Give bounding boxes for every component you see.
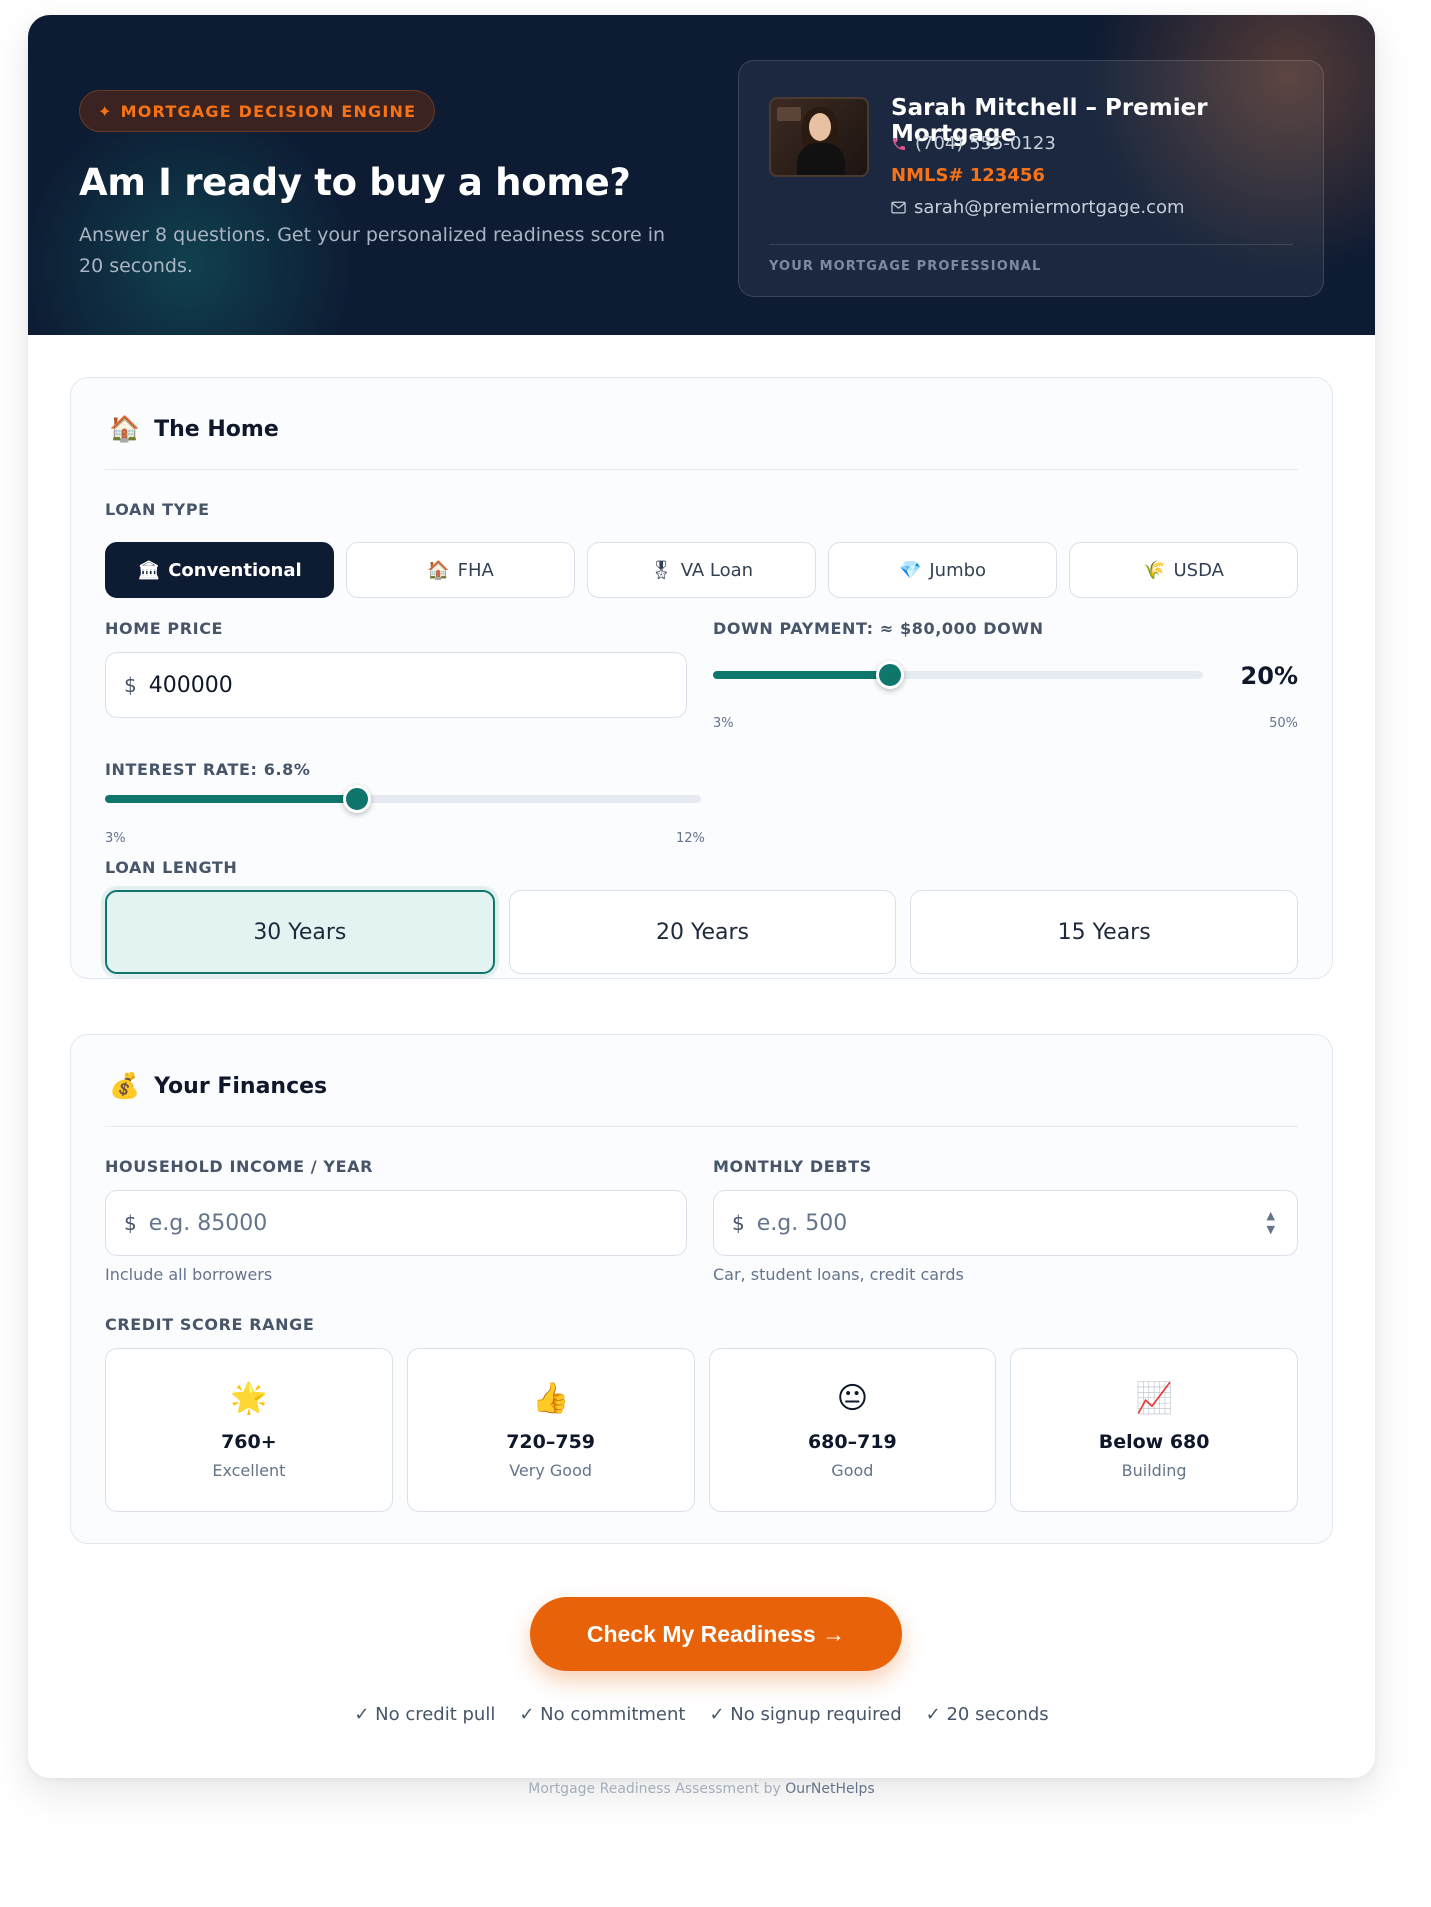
debts-placeholder: e.g. 500 xyxy=(756,1210,848,1236)
credit-option-building[interactable]: 📈 Below 680 Building xyxy=(1010,1348,1298,1512)
house-icon: 🏠 xyxy=(427,559,450,581)
dollar-icon: $ xyxy=(732,1211,745,1235)
dollar-icon: $ xyxy=(124,673,137,697)
chevron-down-icon[interactable]: ▼ xyxy=(1267,1224,1275,1235)
income-hint: Include all borrowers xyxy=(105,1265,273,1284)
sparkle-icon: ✦ xyxy=(98,101,113,121)
professional-phone[interactable]: (704) 555-0123 xyxy=(891,133,1056,154)
income-input[interactable]: $ e.g. 85000 xyxy=(105,1190,687,1256)
loan-type-jumbo[interactable]: 💎 Jumbo xyxy=(828,542,1057,598)
assurance-item: ✓ No commitment xyxy=(519,1704,686,1725)
loan-type-va[interactable]: 🎖 VA Loan xyxy=(587,542,816,598)
finances-section-header: 💰 Your Finances xyxy=(109,1071,327,1101)
money-bag-icon: 💰 xyxy=(109,1071,141,1100)
footer-brand-link[interactable]: OurNetHelps xyxy=(785,1781,874,1797)
assessment-card: ✦ MORTGAGE DECISION ENGINE Am I ready to… xyxy=(28,15,1375,1778)
loan-type-group: 🏛 Conventional 🏠 FHA 🎖 VA Loan 💎 Jumbo 🌾… xyxy=(105,542,1298,598)
number-stepper[interactable]: ▲ ▼ xyxy=(1267,1210,1275,1235)
bank-icon: 🏛 xyxy=(137,559,161,581)
engine-badge-label: MORTGAGE DECISION ENGINE xyxy=(120,101,417,121)
credit-option-good[interactable]: 😐 680–719 Good xyxy=(708,1348,997,1512)
loan-length-30[interactable]: 30 Years xyxy=(105,890,495,974)
down-payment-percent: 20% xyxy=(1240,662,1298,690)
divider xyxy=(105,1126,1298,1127)
mail-icon xyxy=(891,201,906,214)
check-readiness-button[interactable]: Check My Readiness → xyxy=(530,1597,902,1671)
interest-rate-slider[interactable] xyxy=(105,785,701,813)
professional-email[interactable]: sarah@premiermortgage.com xyxy=(891,197,1185,218)
down-payment-min: 3% xyxy=(713,716,734,731)
down-payment-fill xyxy=(713,671,891,679)
loan-length-15[interactable]: 15 Years xyxy=(910,890,1299,974)
medal-icon: 🎖 xyxy=(649,559,673,581)
credit-score-group: 🌟 760+ Excellent 👍 720–759 Very Good 😐 6… xyxy=(105,1348,1298,1512)
home-price-value: 400000 xyxy=(148,672,233,698)
dollar-icon: $ xyxy=(124,1211,137,1235)
interest-rate-min: 3% xyxy=(105,831,126,846)
hero-banner: ✦ MORTGAGE DECISION ENGINE Am I ready to… xyxy=(28,15,1375,335)
interest-rate-max: 12% xyxy=(676,831,705,846)
down-payment-thumb[interactable] xyxy=(876,661,905,689)
chevron-up-icon[interactable]: ▲ xyxy=(1267,1210,1275,1221)
home-price-input[interactable]: $ 400000 xyxy=(105,652,687,718)
credit-option-excellent[interactable]: 🌟 760+ Excellent xyxy=(105,1348,393,1512)
diamond-icon: 💎 xyxy=(898,559,922,581)
income-placeholder: e.g. 85000 xyxy=(148,1210,268,1236)
professional-divider xyxy=(769,244,1293,245)
home-section: 🏠 The Home LOAN TYPE 🏛 Conventional 🏠 FH… xyxy=(70,377,1333,979)
interest-rate-thumb[interactable] xyxy=(342,785,371,813)
professional-nmls: NMLS# 123456 xyxy=(891,165,1045,186)
credit-option-very-good[interactable]: 👍 720–759 Very Good xyxy=(406,1348,695,1512)
page-subtitle: Answer 8 questions. Get your personalize… xyxy=(79,224,666,277)
down-payment-max: 50% xyxy=(1269,716,1298,731)
loan-type-conventional[interactable]: 🏛 Conventional xyxy=(105,542,334,598)
finances-section: 💰 Your Finances HOUSEHOLD INCOME / YEAR … xyxy=(70,1034,1333,1544)
home-section-header: 🏠 The Home xyxy=(109,414,279,444)
page-title: Am I ready to buy a home? xyxy=(79,161,631,204)
divider xyxy=(105,469,1298,470)
income-label: HOUSEHOLD INCOME / YEAR xyxy=(105,1157,374,1176)
professional-phone-text: (704) 555-0123 xyxy=(915,133,1056,154)
home-price-label: HOME PRICE xyxy=(105,619,224,638)
professional-email-text: sarah@premiermortgage.com xyxy=(914,197,1185,218)
professional-card: Sarah Mitchell – Premier Mortgage (704) … xyxy=(738,60,1324,297)
assurance-list: ✓ No credit pull ✓ No commitment ✓ No si… xyxy=(28,1704,1375,1725)
loan-length-label: LOAN LENGTH xyxy=(105,858,238,877)
credit-score-label: CREDIT SCORE RANGE xyxy=(105,1315,315,1334)
finances-section-title: Your Finances xyxy=(154,1073,328,1099)
professional-photo xyxy=(769,97,869,177)
debts-input[interactable]: $ e.g. 500 ▲ ▼ xyxy=(713,1190,1298,1256)
professional-caption: YOUR MORTGAGE PROFESSIONAL xyxy=(769,259,1042,274)
wheat-icon: 🌾 xyxy=(1143,559,1166,581)
thumbs-up-icon: 👍 xyxy=(531,1380,570,1416)
loan-length-group: 30 Years 20 Years 15 Years xyxy=(105,890,1299,974)
house-icon: 🏠 xyxy=(109,414,141,443)
neutral-face-icon: 😐 xyxy=(836,1380,869,1416)
footer: Mortgage Readiness Assessment by OurNetH… xyxy=(28,1781,1375,1797)
assurance-item: ✓ No credit pull xyxy=(354,1704,496,1725)
home-section-title: The Home xyxy=(154,416,279,442)
loan-length-20[interactable]: 20 Years xyxy=(508,890,897,974)
down-payment-slider[interactable] xyxy=(713,661,1203,689)
footer-text: Mortgage Readiness Assessment by xyxy=(528,1781,781,1797)
loan-type-usda[interactable]: 🌾 USDA xyxy=(1069,542,1298,598)
debts-label: MONTHLY DEBTS xyxy=(713,1157,872,1176)
interest-rate-fill xyxy=(105,795,357,803)
down-payment-label: DOWN PAYMENT: ≈ $80,000 DOWN xyxy=(713,619,1044,638)
debts-hint: Car, student loans, credit cards xyxy=(713,1265,964,1284)
assurance-item: ✓ 20 seconds xyxy=(925,1704,1049,1725)
chart-up-icon: 📈 xyxy=(1135,1380,1173,1416)
loan-type-fha[interactable]: 🏠 FHA xyxy=(346,542,575,598)
engine-badge: ✦ MORTGAGE DECISION ENGINE xyxy=(79,90,436,132)
phone-icon xyxy=(893,137,905,150)
interest-rate-label: INTEREST RATE: 6.8% xyxy=(105,760,311,779)
assurance-item: ✓ No signup required xyxy=(709,1704,902,1725)
star-icon: 🌟 xyxy=(230,1380,268,1416)
loan-type-label: LOAN TYPE xyxy=(105,500,210,519)
